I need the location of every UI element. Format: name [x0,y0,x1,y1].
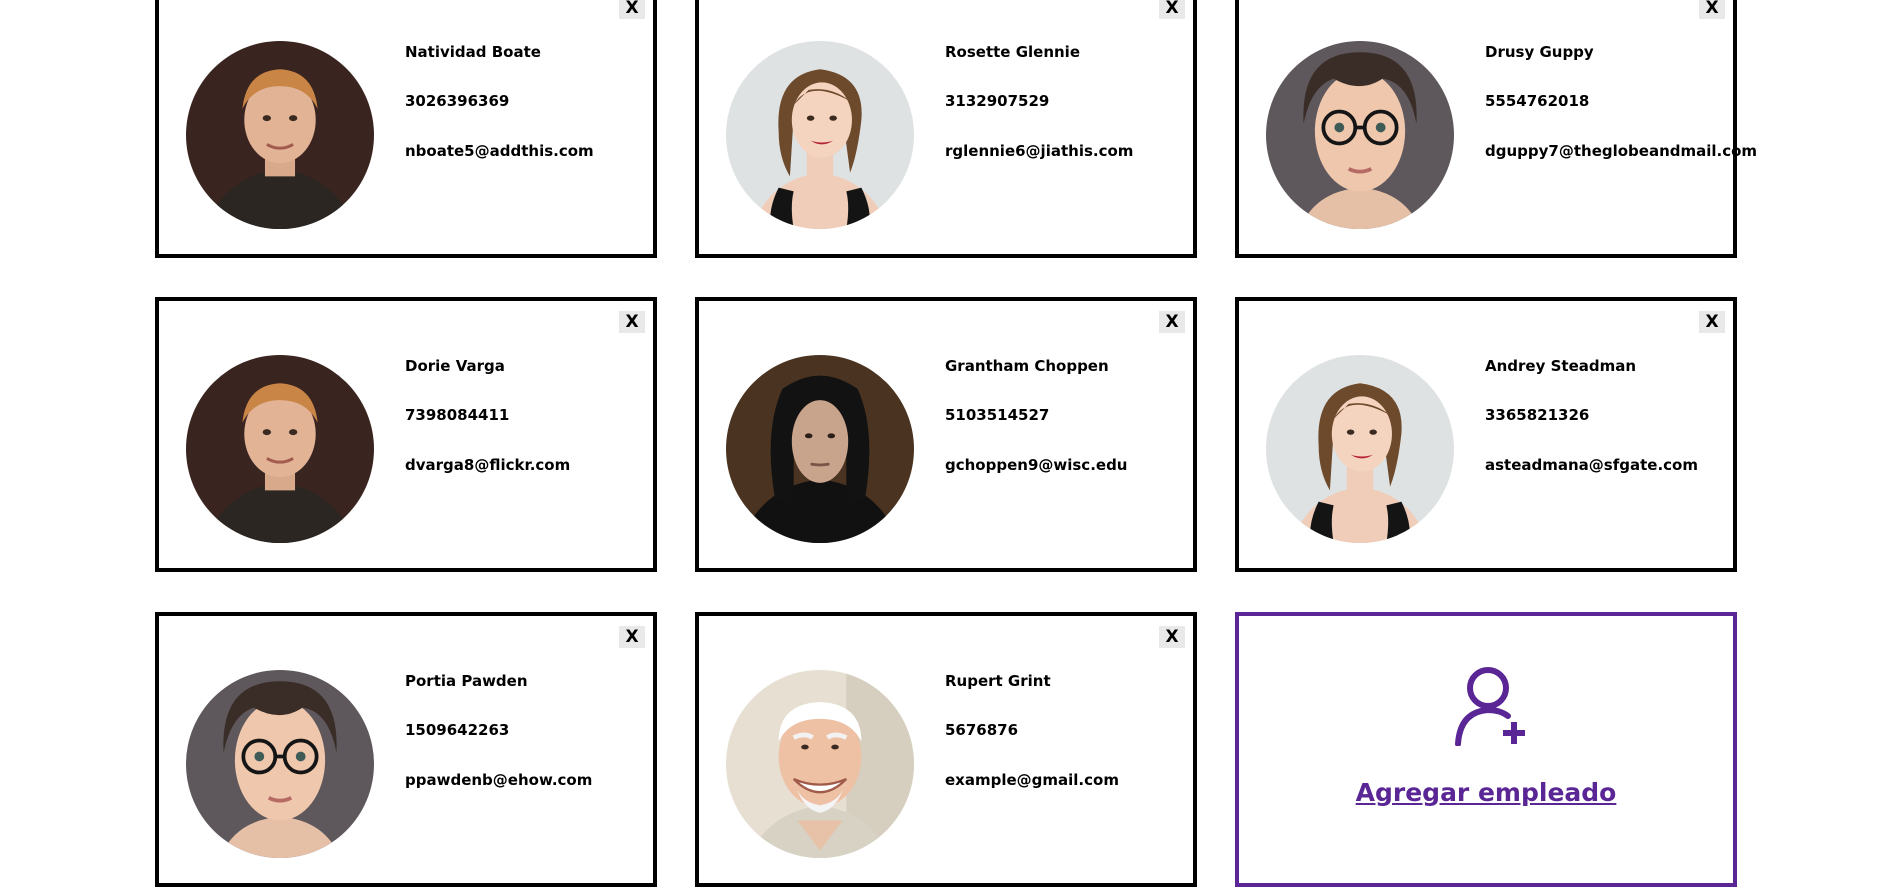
employee-email: dvarga8@flickr.com [405,456,571,474]
avatar [726,355,914,543]
red-hair-man-photo [186,41,374,229]
red-hair-man-photo [186,355,374,543]
close-button[interactable]: X [1699,0,1725,19]
employee-card: X Drusy Guppy 5554762018 dguppy7@theglob… [1235,0,1757,258]
employee-phone: 5103514527 [945,406,1050,424]
employee-phone: 3365821326 [1485,406,1590,424]
avatar [726,670,914,858]
long-black-hair-man-photo [726,355,914,543]
employee-email: asteadmana@sfgate.com [1485,456,1698,474]
employee-email: rglennie6@jiathis.com [945,142,1134,160]
close-button[interactable]: X [1159,626,1185,648]
avatar [186,41,374,229]
boy-with-glasses-photo [186,670,374,858]
employee-phone: 5676876 [945,721,1019,739]
avatar [726,41,914,229]
add-employee-link[interactable]: Agregar empleado [1239,778,1733,807]
employee-card: X Rosette Glennie 3132907529 rglennie6@j… [695,0,1197,258]
avatar [1266,41,1454,229]
employee-card: X Rupert Grint 5676876 example@gmail.com [695,612,1197,887]
employee-email: example@gmail.com [945,771,1119,789]
employee-email: dguppy7@theglobeandmail.com [1485,142,1758,160]
employee-phone: 7398084411 [405,406,510,424]
employee-phone: 3026396369 [405,92,510,110]
close-button[interactable]: X [619,626,645,648]
avatar [186,355,374,543]
employee-phone: 5554762018 [1485,92,1590,110]
employee-phone: 1509642263 [405,721,510,739]
employee-card: X Portia Pawden 1509642263 ppawdenb@ehow… [155,612,657,887]
employee-email: ppawdenb@ehow.com [405,771,593,789]
employee-name: Grantham Choppen [945,357,1109,375]
employee-name: Dorie Varga [405,357,505,375]
employee-card: X Grantham Choppen 5103514527 gchoppen9@… [695,297,1197,572]
employee-phone: 3132907529 [945,92,1050,110]
avatar [1266,355,1454,543]
smiling-old-man-photo [726,670,914,858]
employee-card: X Andrey Steadman 3365821326 asteadmana@… [1235,297,1737,572]
brown-hair-woman-photo [726,41,914,229]
employee-name: Drusy Guppy [1485,43,1594,61]
add-employee-card[interactable]: Agregar empleado [1235,612,1737,887]
close-button[interactable]: X [1159,0,1185,19]
employee-name: Portia Pawden [405,672,528,690]
employee-name: Rupert Grint [945,672,1051,690]
close-button[interactable]: X [1699,311,1725,333]
avatar [186,670,374,858]
close-button[interactable]: X [1159,311,1185,333]
employee-name: Rosette Glennie [945,43,1080,61]
employee-name: Andrey Steadman [1485,357,1637,375]
employee-card: X Natividad Boate 3026396369 nboate5@add… [155,0,657,258]
employee-email: nboate5@addthis.com [405,142,594,160]
employee-name: Natividad Boate [405,43,541,61]
employee-email: gchoppen9@wisc.edu [945,456,1128,474]
add-user-icon [1455,667,1525,746]
employee-card: X Dorie Varga 7398084411 dvarga8@flickr.… [155,297,657,572]
boy-with-glasses-photo [1266,41,1454,229]
brown-hair-woman-photo [1266,355,1454,543]
close-button[interactable]: X [619,0,645,19]
close-button[interactable]: X [619,311,645,333]
